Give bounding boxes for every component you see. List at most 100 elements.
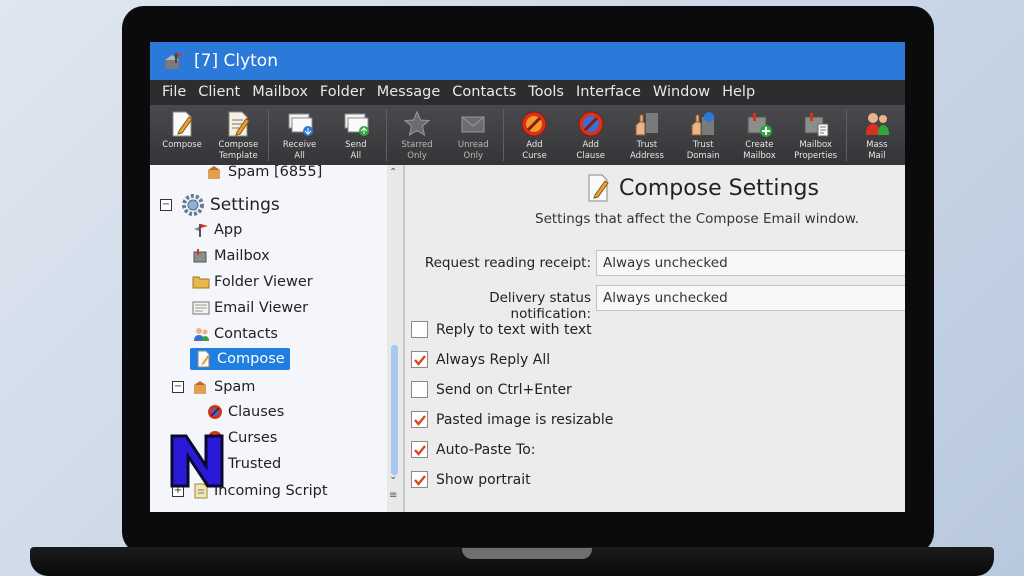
auto-paste-checkbox[interactable]: Auto-Paste To: [411, 441, 536, 458]
tree-item-clauses[interactable]: Clauses [206, 403, 284, 421]
compose-template-icon [228, 111, 251, 137]
checkbox-checked[interactable] [411, 471, 428, 488]
compose-template-button[interactable]: Compose Template [210, 105, 266, 165]
tree-item-contacts[interactable]: Contacts [192, 325, 278, 343]
trust-address-button[interactable]: Trust Address [619, 105, 675, 165]
app-logo-icon [165, 53, 183, 69]
tree-item-spam[interactable]: − Spam [172, 378, 255, 396]
settings-panel: Compose Settings Settings that affect th… [405, 165, 905, 512]
page-subtitle: Settings that affect the Compose Email w… [535, 211, 860, 227]
reply-text-with-text-checkbox[interactable]: Reply to text with text [411, 321, 592, 338]
menu-client[interactable]: Client [192, 80, 246, 105]
star-icon [403, 110, 431, 137]
toolbar-separator [845, 109, 847, 161]
unread-icon [461, 116, 485, 133]
scroll-thumb[interactable] [391, 345, 398, 475]
receive-all-icon [288, 113, 313, 136]
tree-item-compose-label: Compose [190, 348, 290, 370]
tree-item-mailbox[interactable]: Mailbox [192, 247, 270, 265]
clauses-icon [208, 405, 222, 419]
compose-icon [197, 350, 210, 368]
create-mailbox-button[interactable]: Create Mailbox [731, 105, 787, 165]
tree-item-spam-folder[interactable]: Spam [6855] [206, 165, 322, 181]
tree-item-compose[interactable]: Compose [190, 348, 290, 370]
menu-bar: File Client Mailbox Folder Message Conta… [150, 80, 905, 105]
mailbox-properties-icon [804, 113, 829, 137]
collapse-toggle[interactable]: − [172, 381, 184, 393]
send-ctrl-enter-checkbox[interactable]: Send on Ctrl+Enter [411, 381, 572, 398]
sidebar-scrollbar[interactable]: ⌃ ⌄ ≡ [387, 165, 403, 512]
compose-icon [588, 174, 609, 202]
menu-file[interactable]: File [156, 80, 192, 105]
content-area: Spam [6855] − Settings App Mailbox Folde… [150, 165, 905, 512]
settings-icon [182, 194, 204, 216]
tree-item-email-viewer[interactable]: Email Viewer [192, 299, 308, 317]
n-logo-icon [170, 434, 224, 488]
laptop-notch [462, 548, 592, 559]
reading-receipt-label: Request reading receipt: [424, 255, 591, 271]
spam-icon [194, 381, 206, 394]
scroll-menu-icon[interactable]: ≡ [389, 490, 397, 501]
toolbar-separator [385, 109, 387, 161]
send-all-icon [344, 113, 369, 136]
delivery-status-select[interactable]: Always unchecked [596, 285, 905, 311]
compose-icon [172, 111, 193, 137]
checkbox-checked[interactable] [411, 411, 428, 428]
app-window: [7] Clyton File Client Mailbox Folder Me… [150, 42, 905, 512]
checkbox-unchecked[interactable] [411, 381, 428, 398]
checkbox-checked[interactable] [411, 351, 428, 368]
toolbar: Compose Compose Template Receive All Sen… [150, 105, 905, 165]
checkmark-icon [413, 444, 426, 456]
add-clause-button[interactable]: Add Clause [563, 105, 619, 165]
menu-mailbox[interactable]: Mailbox [246, 80, 314, 105]
reading-receipt-select[interactable]: Always unchecked [596, 250, 905, 276]
menu-interface[interactable]: Interface [570, 80, 647, 105]
tree-item-folder-viewer[interactable]: Folder Viewer [192, 273, 313, 291]
always-reply-all-checkbox[interactable]: Always Reply All [411, 351, 550, 368]
checkmark-icon [413, 354, 426, 366]
show-portrait-checkbox[interactable]: Show portrait [411, 471, 531, 488]
mailbox-icon [193, 249, 207, 263]
add-curse-icon [521, 111, 547, 137]
menu-contacts[interactable]: Contacts [446, 80, 522, 105]
menu-window[interactable]: Window [647, 80, 716, 105]
mass-mail-button[interactable]: Mass Mail [849, 105, 905, 165]
title-bar[interactable]: [7] Clyton [150, 42, 905, 80]
menu-folder[interactable]: Folder [314, 80, 371, 105]
starred-only-button[interactable]: Starred Only [389, 105, 445, 165]
menu-tools[interactable]: Tools [522, 80, 570, 105]
send-all-button[interactable]: Send All [328, 105, 384, 165]
checkmark-icon [413, 474, 426, 486]
tree-item-app[interactable]: App [192, 221, 242, 239]
collapse-toggle[interactable]: − [160, 199, 172, 211]
pasted-image-resizable-checkbox[interactable]: Pasted image is resizable [411, 411, 613, 428]
menu-message[interactable]: Message [371, 80, 447, 105]
contacts-icon [194, 328, 209, 341]
unread-only-button[interactable]: Unread Only [445, 105, 501, 165]
add-clause-icon [578, 111, 604, 137]
checkbox-unchecked[interactable] [411, 321, 428, 338]
add-curse-button[interactable]: Add Curse [506, 105, 562, 165]
checkmark-icon [413, 414, 426, 426]
folder-viewer-icon [192, 276, 210, 289]
window-title: [7] Clyton [194, 51, 278, 71]
toolbar-separator [268, 109, 270, 161]
scroll-up-arrow[interactable]: ⌃ [389, 167, 397, 178]
receive-all-button[interactable]: Receive All [271, 105, 327, 165]
page-title: Compose Settings [585, 173, 819, 203]
spam-icon [208, 166, 220, 179]
scroll-down-arrow[interactable]: ⌄ [389, 471, 397, 482]
mailbox-properties-button[interactable]: Mailbox Properties [788, 105, 844, 165]
mass-mail-icon [865, 113, 889, 135]
compose-button[interactable]: Compose [154, 105, 210, 165]
create-mailbox-icon [747, 113, 773, 137]
trust-domain-button[interactable]: Trust Domain [675, 105, 731, 165]
tree-item-settings[interactable]: − Settings [160, 192, 280, 218]
checkbox-checked[interactable] [411, 441, 428, 458]
trust-domain-icon [691, 112, 715, 136]
app-icon [194, 224, 208, 237]
trust-address-icon [635, 113, 658, 136]
delivery-status-label: Delivery status notification: [489, 290, 591, 322]
menu-help[interactable]: Help [716, 80, 761, 105]
email-viewer-icon [192, 301, 210, 315]
